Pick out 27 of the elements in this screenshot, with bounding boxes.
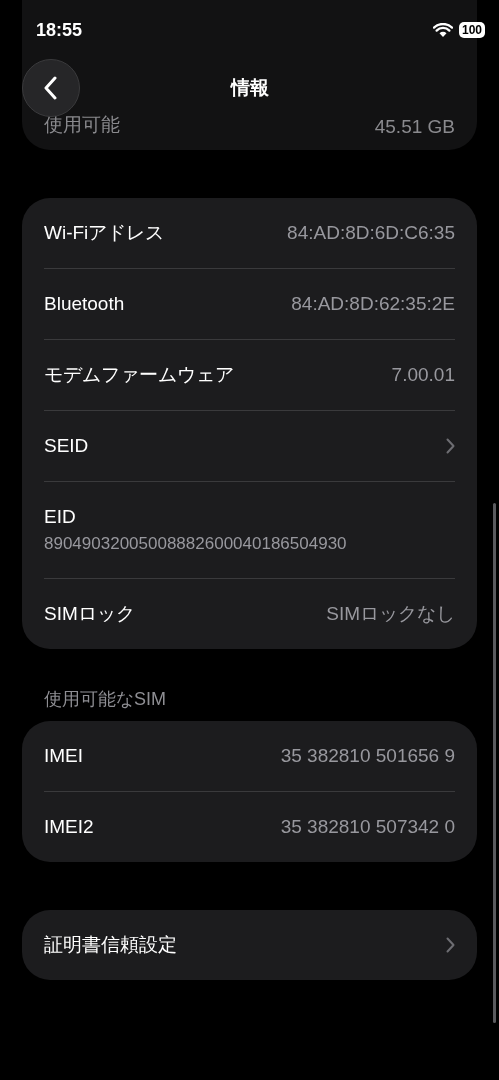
list-row[interactable]: SEID <box>44 410 455 481</box>
row-value: 7.00.01 <box>391 364 455 386</box>
row-label: 使用可能 <box>44 113 120 137</box>
row-value: 89049032005008882600040186504930 <box>44 534 347 554</box>
battery-icon: 100 <box>458 22 485 38</box>
chevron-icon <box>446 937 455 953</box>
chevron-icon <box>446 438 455 454</box>
row-value: 45.51 GB <box>374 116 455 138</box>
row-label: SIMロック <box>44 602 135 626</box>
section-header: 使用可能なSIM <box>43 688 167 711</box>
row-value: 84:AD:8D:6D:C6:35 <box>287 222 455 244</box>
row-label: IMEI2 <box>44 816 94 838</box>
row-label: IMEI <box>44 745 84 767</box>
row-value: 35 382810 507342 0 <box>280 816 455 838</box>
row-label: Wi-Fiアドレス <box>44 221 165 245</box>
wifi-icon <box>432 22 453 38</box>
nav-title: 情報 <box>230 76 269 100</box>
row-value: 84:AD:8D:62:35:2E <box>291 293 455 315</box>
row-value: SIMロックなし <box>326 602 455 626</box>
row-value: 35 382810 501656 9 <box>280 745 455 767</box>
row-label: 証明書信頼設定 <box>44 933 177 957</box>
row-label: EID <box>44 506 76 528</box>
back-icon <box>44 76 58 100</box>
status-time: 18:55 <box>36 19 83 41</box>
row-label: モデムファームウェア <box>44 363 234 387</box>
row-label: Bluetooth <box>44 293 125 315</box>
row-label: SEID <box>44 435 89 457</box>
